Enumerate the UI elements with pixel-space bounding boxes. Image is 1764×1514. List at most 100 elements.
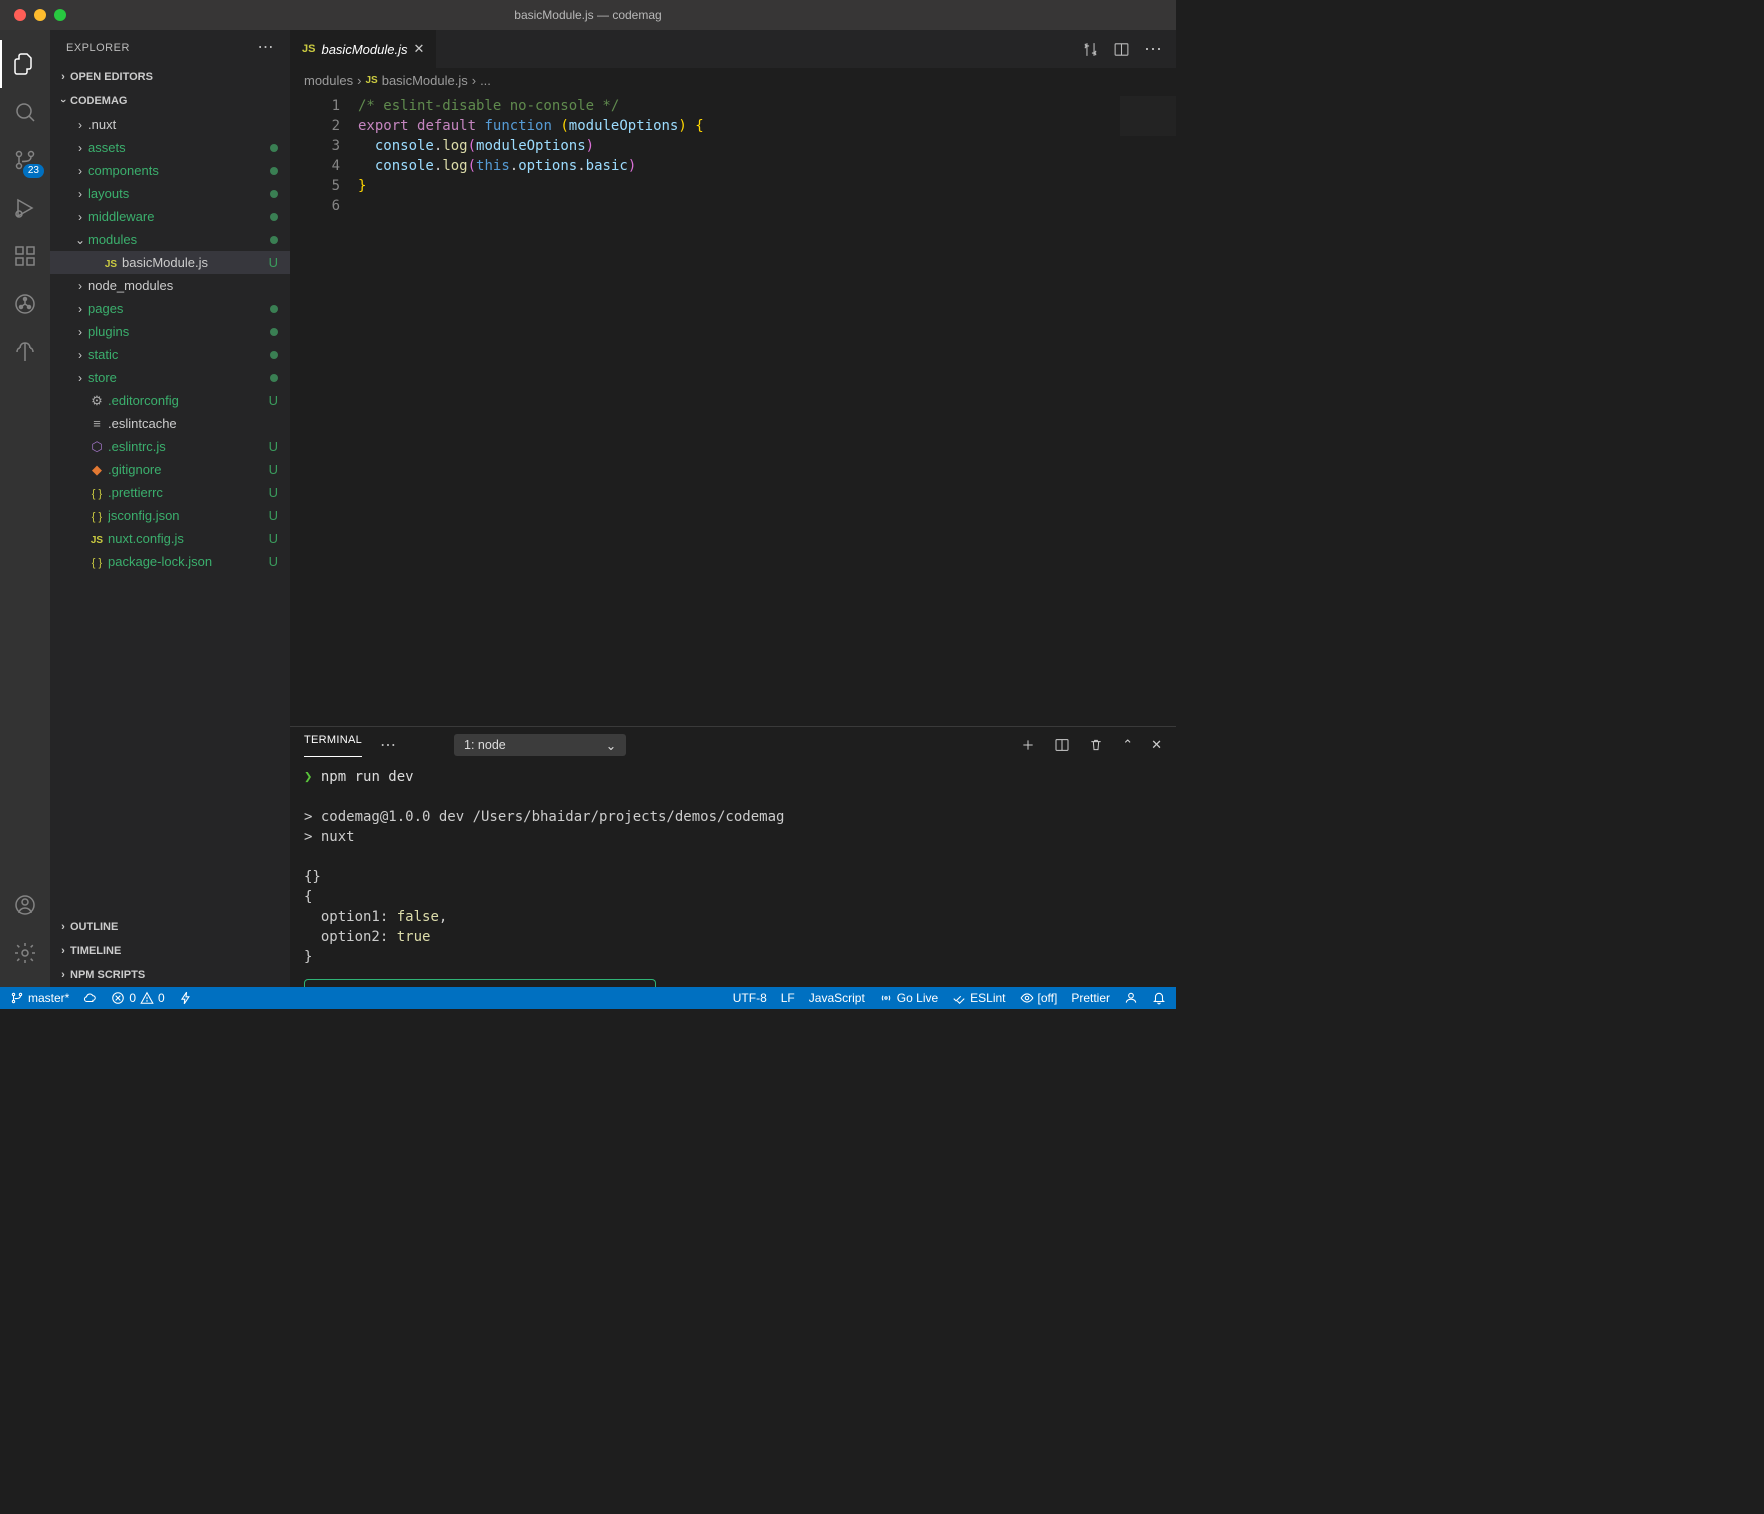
- activity-account[interactable]: [0, 881, 50, 929]
- status-off[interactable]: [off]: [1020, 991, 1058, 1005]
- status-sync[interactable]: [83, 991, 97, 1005]
- item-label: pages: [88, 301, 290, 316]
- item-label: modules: [88, 232, 290, 247]
- folder-node_modules[interactable]: ›node_modules: [50, 274, 290, 297]
- status-feedback[interactable]: [1124, 991, 1138, 1005]
- panel-maximize-icon[interactable]: ⌃: [1122, 737, 1133, 753]
- activity-explorer[interactable]: [0, 40, 50, 88]
- folder-assets[interactable]: ›assets: [50, 136, 290, 159]
- file-package-lock.json[interactable]: { }package-lock.jsonU: [50, 550, 290, 573]
- folder-static[interactable]: ›static: [50, 343, 290, 366]
- file-icon: { }: [88, 554, 106, 569]
- new-terminal-icon[interactable]: [1020, 737, 1036, 753]
- item-label: .gitignore: [108, 462, 290, 477]
- file-.eslintrc.js[interactable]: ⬡.eslintrc.jsU: [50, 435, 290, 458]
- tab-basicmodule[interactable]: JS basicModule.js ✕: [290, 30, 437, 68]
- status-quick-action[interactable]: [179, 991, 193, 1005]
- file-jsconfig.json[interactable]: { }jsconfig.jsonU: [50, 504, 290, 527]
- play-icon: [13, 196, 37, 220]
- sidebar-more-icon[interactable]: ⋯: [258, 40, 275, 56]
- file-icon: ◆: [88, 462, 106, 478]
- section-timeline[interactable]: ›TIMELINE: [50, 939, 290, 963]
- folder-layouts[interactable]: ›layouts: [50, 182, 290, 205]
- folder-.nuxt[interactable]: ›.nuxt: [50, 113, 290, 136]
- activity-run-debug[interactable]: [0, 184, 50, 232]
- activity-source-control[interactable]: 23: [0, 136, 50, 184]
- trash-icon[interactable]: [1088, 737, 1104, 753]
- folder-middleware[interactable]: ›middleware: [50, 205, 290, 228]
- tree-icon: [13, 340, 37, 364]
- chevron-icon: ›: [72, 279, 88, 293]
- split-terminal-icon[interactable]: [1054, 737, 1070, 753]
- chevron-icon: ›: [72, 325, 88, 339]
- status-eol[interactable]: LF: [781, 991, 795, 1005]
- code-editor[interactable]: 123456 /* eslint-disable no-console */ e…: [290, 92, 1176, 726]
- code-content: /* eslint-disable no-console */ export d…: [358, 92, 1176, 726]
- file-icon: { }: [88, 508, 106, 523]
- activity-bar: 23: [0, 30, 50, 987]
- panel-close-icon[interactable]: ✕: [1151, 737, 1162, 753]
- window-close-icon[interactable]: [14, 9, 26, 21]
- extensions-icon: [13, 244, 37, 268]
- status-prettier[interactable]: Prettier: [1071, 991, 1110, 1005]
- status-eslint[interactable]: ESLint: [952, 991, 1005, 1005]
- git-status: U: [269, 255, 278, 270]
- activity-settings[interactable]: [0, 929, 50, 977]
- item-label: static: [88, 347, 290, 362]
- sidebar: EXPLORER ⋯ ›OPEN EDITORS ›CODEMAG ›.nuxt…: [50, 30, 290, 987]
- section-npm-scripts[interactable]: ›NPM SCRIPTS: [50, 963, 290, 987]
- panel-more-icon[interactable]: ⋯: [380, 735, 396, 755]
- minimap[interactable]: [1120, 96, 1176, 136]
- check-all-icon: [952, 991, 966, 1005]
- folder-components[interactable]: ›components: [50, 159, 290, 182]
- window-minimize-icon[interactable]: [34, 9, 46, 21]
- terminal-output[interactable]: ❯ npm run dev > codemag@1.0.0 dev /Users…: [290, 763, 1176, 987]
- branch-icon: [10, 991, 24, 1005]
- folder-plugins[interactable]: ›plugins: [50, 320, 290, 343]
- file-.editorconfig[interactable]: ⚙.editorconfigU: [50, 389, 290, 412]
- chevron-icon: ⌄: [72, 233, 88, 247]
- status-language[interactable]: JavaScript: [809, 991, 865, 1005]
- git-status: U: [269, 554, 278, 569]
- status-encoding[interactable]: UTF-8: [733, 991, 767, 1005]
- item-label: store: [88, 370, 290, 385]
- chevron-icon: ›: [72, 302, 88, 316]
- item-label: node_modules: [88, 278, 290, 293]
- file-icon: { }: [88, 485, 106, 500]
- activity-extra[interactable]: [0, 328, 50, 376]
- activity-extensions[interactable]: [0, 232, 50, 280]
- status-bell[interactable]: [1152, 991, 1166, 1005]
- file-basicModule.js[interactable]: JSbasicModule.jsU: [50, 251, 290, 274]
- breadcrumbs[interactable]: modules › JS basicModule.js › ...: [290, 68, 1176, 92]
- folder-pages[interactable]: ›pages: [50, 297, 290, 320]
- status-branch[interactable]: master*: [10, 991, 69, 1005]
- compare-icon[interactable]: [1082, 41, 1099, 58]
- item-label: .eslintrc.js: [108, 439, 290, 454]
- section-outline[interactable]: ›OUTLINE: [50, 915, 290, 939]
- scm-badge: 23: [23, 164, 44, 178]
- file-.gitignore[interactable]: ◆.gitignoreU: [50, 458, 290, 481]
- status-golive[interactable]: Go Live: [879, 991, 938, 1005]
- item-label: plugins: [88, 324, 290, 339]
- section-project[interactable]: ›CODEMAG: [50, 89, 290, 113]
- folder-store[interactable]: ›store: [50, 366, 290, 389]
- terminal-selector[interactable]: 1: node ⌄: [454, 734, 626, 756]
- status-problems[interactable]: 0 0: [111, 991, 164, 1005]
- titlebar: basicModule.js — codemag: [0, 0, 1176, 30]
- js-icon: JS: [302, 43, 315, 55]
- chevron-icon: ›: [72, 118, 88, 132]
- file-tree: ›.nuxt›assets›components›layouts›middlew…: [50, 113, 290, 915]
- file-.prettierrc[interactable]: { }.prettierrcU: [50, 481, 290, 504]
- more-icon[interactable]: ⋯: [1144, 39, 1162, 60]
- file-nuxt.config.js[interactable]: JSnuxt.config.jsU: [50, 527, 290, 550]
- window-maximize-icon[interactable]: [54, 9, 66, 21]
- git-status: U: [269, 508, 278, 523]
- activity-search[interactable]: [0, 88, 50, 136]
- section-open-editors[interactable]: ›OPEN EDITORS: [50, 65, 290, 89]
- file-.eslintcache[interactable]: ≡.eslintcache: [50, 412, 290, 435]
- panel-tab-terminal[interactable]: TERMINAL: [304, 734, 362, 757]
- folder-modules[interactable]: ⌄modules: [50, 228, 290, 251]
- tab-close-icon[interactable]: ✕: [413, 41, 424, 57]
- activity-gitlens[interactable]: [0, 280, 50, 328]
- split-editor-icon[interactable]: [1113, 41, 1130, 58]
